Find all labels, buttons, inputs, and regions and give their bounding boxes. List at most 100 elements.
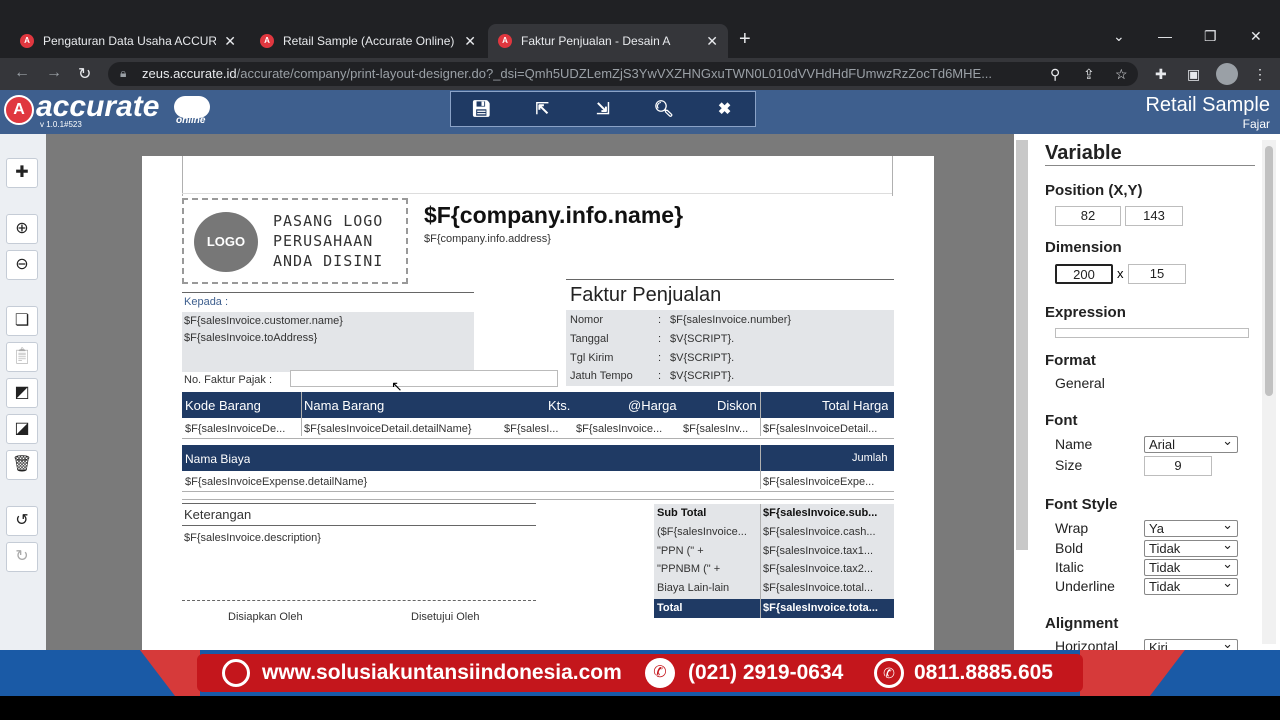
disetujui-label[interactable]: Disetujui Oleh	[411, 611, 479, 623]
item-cell[interactable]: $F{salesInvoiceDetail.detailName}	[304, 423, 500, 435]
browser-menu-icon[interactable]: ⋮	[1253, 66, 1267, 83]
no-faktur-pajak-label[interactable]: No. Faktur Pajak :	[184, 374, 272, 386]
total-label[interactable]: "PPN (" +	[657, 545, 759, 557]
browser-tab[interactable]: A Pengaturan Data Usaha ACCURATE ✕	[10, 24, 246, 58]
close-window-icon[interactable]: ✕	[1250, 28, 1262, 45]
font-size-input[interactable]: 9	[1144, 456, 1212, 476]
info-label[interactable]: Nomor	[570, 314, 603, 326]
close-tab-icon[interactable]: ✕	[706, 33, 718, 50]
horizontal-select[interactable]: Kiri	[1144, 636, 1238, 650]
wrap-select[interactable]: Ya	[1144, 517, 1238, 537]
bring-front-icon[interactable]: ◩	[6, 378, 38, 408]
underline-select[interactable]: Tidak	[1144, 575, 1238, 595]
copy-icon[interactable]: ❏	[6, 306, 38, 336]
delete-icon[interactable]: 🗑︎	[6, 450, 38, 480]
share-icon[interactable]: ⇪	[1083, 66, 1095, 83]
send-back-icon[interactable]: ◪	[6, 414, 38, 444]
panel-scrollbar[interactable]	[1262, 140, 1276, 644]
no-faktur-pajak-field[interactable]	[290, 370, 558, 387]
scrollbar-thumb[interactable]	[1265, 146, 1273, 396]
col-kts[interactable]: Kts.	[548, 398, 570, 413]
minimize-icon[interactable]: —	[1158, 28, 1172, 44]
new-tab-icon[interactable]: +	[739, 28, 751, 51]
close-icon[interactable]: ✖	[710, 99, 740, 119]
info-value[interactable]: $V{SCRIPT}.	[670, 333, 734, 345]
preview-icon[interactable]: 🔍︎	[649, 99, 679, 119]
total-label[interactable]: ($F{salesInvoice...	[657, 526, 759, 538]
total-value[interactable]: $F{salesInvoice.sub...	[763, 507, 891, 519]
undo-icon[interactable]: ↺	[6, 506, 38, 536]
info-label[interactable]: Tanggal	[570, 333, 609, 345]
total-value[interactable]: $F{salesInvoice.cash...	[763, 526, 891, 538]
design-canvas[interactable]: LOGO PASANG LOGO PERUSAHAAN ANDA DISINI …	[46, 134, 1014, 650]
redo-icon[interactable]: ↻	[6, 542, 38, 572]
col-nama-biaya[interactable]: Nama Biaya	[185, 452, 250, 466]
reload-icon[interactable]: ↻	[78, 64, 91, 84]
invoice-paper[interactable]: LOGO PASANG LOGO PERUSAHAAN ANDA DISINI …	[142, 156, 934, 650]
info-label[interactable]: Tgl Kirim	[570, 352, 613, 364]
info-value[interactable]: $F{salesInvoice.number}	[670, 314, 791, 326]
invoice-title[interactable]: Faktur Penjualan	[570, 284, 721, 307]
lock-icon[interactable]: 🔒︎	[120, 66, 126, 81]
font-name-select[interactable]: Arial	[1144, 433, 1238, 453]
back-icon[interactable]: ←	[14, 64, 30, 82]
item-cell[interactable]: $F{salesInvoiceDe...	[185, 423, 299, 435]
restore-icon[interactable]: ❐	[1204, 28, 1217, 45]
bookmark-star-icon[interactable]: ☆	[1115, 66, 1128, 83]
zoom-out-icon[interactable]: ⊖	[6, 250, 38, 280]
position-y-input[interactable]: 143	[1125, 206, 1183, 226]
close-tab-icon[interactable]: ✕	[464, 33, 476, 50]
col-harga[interactable]: @Harga	[628, 398, 677, 413]
total-label[interactable]: "PPNBM (" +	[657, 563, 759, 575]
item-cell[interactable]: $F{salesInv...	[683, 423, 759, 435]
profile-avatar[interactable]	[1216, 63, 1238, 85]
total-label[interactable]: Biaya Lain-lain	[657, 582, 759, 594]
item-cell[interactable]: $F{salesInvoice...	[576, 423, 676, 435]
zoom-in-icon[interactable]: ⊕	[6, 214, 38, 244]
position-x-input[interactable]: 82	[1055, 206, 1121, 226]
save-icon[interactable]: 💾︎	[466, 99, 496, 119]
bold-select[interactable]: Tidak	[1144, 537, 1238, 557]
extensions-icon[interactable]: ✚	[1155, 66, 1167, 83]
col-kode-barang[interactable]: Kode Barang	[185, 398, 261, 413]
dimension-width-input[interactable]: 200	[1055, 264, 1113, 284]
paste-icon[interactable]: 📋︎	[6, 342, 38, 372]
total-value[interactable]: $F{salesInvoice.total...	[763, 582, 891, 594]
browser-tab[interactable]: A Retail Sample (Accurate Online) ✕	[250, 24, 486, 58]
export-icon[interactable]: ⇱	[527, 99, 557, 119]
total-value[interactable]: $F{salesInvoice.tax2...	[763, 563, 891, 575]
description-field[interactable]: $F{salesInvoice.description}	[184, 532, 321, 544]
import-icon[interactable]: ⇲	[588, 99, 618, 119]
company-name-field[interactable]: $F{company.info.name}	[424, 202, 683, 229]
info-value[interactable]: $V{SCRIPT}.	[670, 352, 734, 364]
tab-search-icon[interactable]: ⌄	[1113, 28, 1125, 45]
expense-cell[interactable]: $F{salesInvoiceExpense.detailName}	[185, 476, 367, 488]
customer-name-field[interactable]: $F{salesInvoice.customer.name}	[184, 315, 343, 327]
total-value[interactable]: $F{salesInvoice.tax1...	[763, 545, 891, 557]
info-label[interactable]: Jatuh Tempo	[570, 370, 633, 382]
info-value[interactable]: $V{SCRIPT}.	[670, 370, 734, 382]
url-input[interactable]: zeus.accurate.id/accurate/company/print-…	[108, 62, 1138, 86]
disiapkan-label[interactable]: Disiapkan Oleh	[228, 611, 303, 623]
side-panel-icon[interactable]: ▣	[1187, 66, 1200, 83]
italic-select[interactable]: Tidak	[1144, 556, 1238, 576]
expression-input[interactable]	[1055, 328, 1249, 338]
canvas-scrollbar[interactable]	[1016, 140, 1028, 550]
col-diskon[interactable]: Diskon	[717, 398, 757, 413]
item-cell[interactable]: $F{salesInvoiceDetail...	[763, 423, 891, 435]
company-address-field[interactable]: $F{company.info.address}	[424, 233, 551, 245]
add-element-icon[interactable]: ✚	[6, 158, 38, 188]
keterangan-label[interactable]: Keterangan	[184, 507, 251, 522]
total-label[interactable]: Sub Total	[657, 507, 706, 519]
kepada-label[interactable]: Kepada :	[184, 296, 228, 308]
to-address-field[interactable]: $F{salesInvoice.toAddress}	[184, 332, 317, 344]
total-label[interactable]: Total	[657, 602, 682, 614]
col-jumlah[interactable]: Jumlah	[852, 452, 887, 464]
col-nama-barang[interactable]: Nama Barang	[304, 398, 384, 413]
col-total-harga[interactable]: Total Harga	[822, 398, 888, 413]
zoom-icon[interactable]: ⚲	[1050, 66, 1060, 83]
forward-icon[interactable]: →	[46, 64, 62, 82]
item-cell[interactable]: $F{salesI...	[504, 423, 570, 435]
expense-cell[interactable]: $F{salesInvoiceExpe...	[763, 476, 891, 488]
format-value[interactable]: General	[1055, 375, 1105, 391]
